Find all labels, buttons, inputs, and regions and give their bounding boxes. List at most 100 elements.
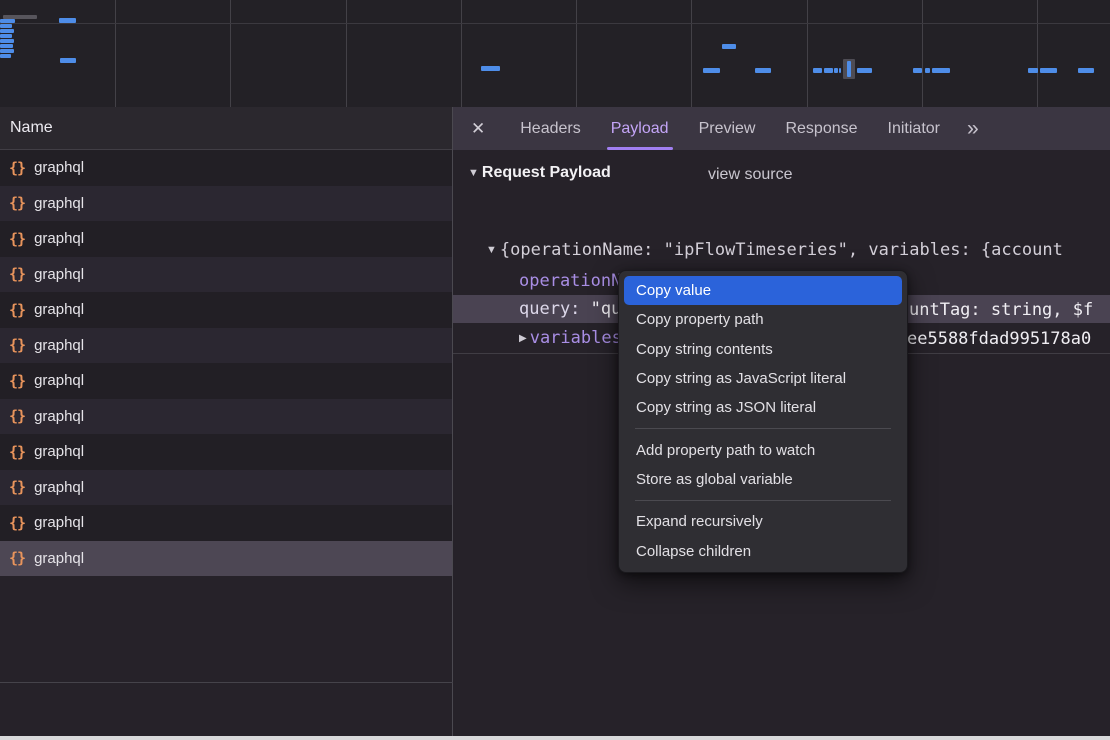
json-braces-icon: {} <box>9 478 25 496</box>
request-timing-bar <box>0 54 11 58</box>
request-timing-bar <box>839 68 841 73</box>
tab-payload[interactable]: Payload <box>596 107 684 150</box>
gridline <box>115 0 116 107</box>
request-timing-bar <box>1040 68 1057 73</box>
request-name-label: graphql <box>34 195 84 212</box>
menu-item-copy-property-path[interactable]: Copy property path <box>624 305 902 334</box>
request-row[interactable]: {} graphql <box>0 186 452 222</box>
request-payload-section-header[interactable]: ▼ Request Payload <box>468 164 611 182</box>
request-timing-bar <box>0 24 12 28</box>
request-name-label: graphql <box>34 514 84 531</box>
gridline <box>922 0 923 107</box>
network-overview[interactable] <box>0 0 1110 108</box>
context-menu: Copy valueCopy property pathCopy string … <box>618 270 908 573</box>
request-timing-bar <box>722 44 736 49</box>
request-name-label: graphql <box>34 443 84 460</box>
menu-item-copy-string-as-json-literal[interactable]: Copy string as JSON literal <box>624 393 902 422</box>
request-timing-bar <box>0 39 14 43</box>
request-row[interactable]: {} graphql <box>0 257 452 293</box>
request-timing-bar <box>813 68 822 73</box>
gridline <box>691 0 692 107</box>
tabs-container: HeadersPayloadPreviewResponseInitiator <box>505 107 955 150</box>
request-row[interactable]: {} graphql <box>0 470 452 506</box>
request-row[interactable]: {}graphql <box>0 221 452 257</box>
request-row[interactable]: {} graphql <box>0 363 452 399</box>
json-braces-icon: {} <box>9 514 25 532</box>
request-name-label: graphql <box>34 479 84 496</box>
property-value-start: "qu <box>591 299 622 319</box>
request-timing-bar <box>703 68 720 73</box>
request-name-label: graphql <box>34 550 84 567</box>
name-column-header[interactable]: Name <box>0 107 452 150</box>
json-braces-icon: {} <box>9 265 25 283</box>
json-braces-icon: {} <box>9 443 25 461</box>
gridline <box>1037 0 1038 107</box>
menu-item-add-property-path-to-watch[interactable]: Add property path to watch <box>624 435 902 464</box>
request-timing-bar <box>847 61 851 77</box>
collapse-triangle-icon: ▼ <box>468 167 479 179</box>
json-braces-icon: {} <box>9 159 25 177</box>
request-timing-bar <box>0 34 12 38</box>
tab-preview[interactable]: Preview <box>684 107 771 150</box>
request-timing-bar <box>59 18 76 23</box>
tab-response[interactable]: Response <box>770 107 872 150</box>
menu-separator <box>635 500 891 501</box>
menu-item-store-as-global-variable[interactable]: Store as global variable <box>624 465 902 494</box>
request-name-label: graphql <box>34 230 84 247</box>
request-name-label: graphql <box>34 337 84 354</box>
page-bottom-edge <box>0 736 1110 740</box>
menu-item-collapse-children[interactable]: Collapse children <box>624 536 902 565</box>
tree-row-root[interactable]: ▼ {operationName: "ipFlowTimeseries", va… <box>453 236 1110 264</box>
menu-item-copy-value[interactable]: Copy value <box>624 276 902 305</box>
tab-initiator[interactable]: Initiator <box>873 107 955 150</box>
request-timing-bar <box>1078 68 1094 73</box>
gridline <box>346 0 347 107</box>
request-row[interactable]: {}graphql <box>0 328 452 364</box>
request-row[interactable]: {} graphql <box>0 292 452 328</box>
variables-value-fragment: ee5588fdad995178a0 <box>907 329 1091 349</box>
collapse-triangle-icon[interactable]: ▼ <box>486 244 497 256</box>
section-title: Request Payload <box>482 164 611 182</box>
request-name-label: graphql <box>34 266 84 283</box>
request-timing-bar <box>0 49 14 53</box>
request-row-selected[interactable]: {} graphql <box>0 541 452 577</box>
json-braces-icon: {} <box>9 372 25 390</box>
overview-lane-divider <box>0 23 1110 24</box>
gridline <box>230 0 231 107</box>
menu-item-expand-recursively[interactable]: Expand recursively <box>624 507 902 536</box>
request-timing-bar <box>0 19 15 23</box>
devtools-network-panel: Name {}graphql{}graphql{}graphql{}graphq… <box>0 0 1110 740</box>
request-timing-bar <box>60 58 76 63</box>
request-name-label: graphql <box>34 372 84 389</box>
tab-headers[interactable]: Headers <box>505 107 595 150</box>
menu-separator <box>635 428 891 429</box>
json-braces-icon: {} <box>9 194 25 212</box>
expand-triangle-icon[interactable]: ▶ <box>519 333 527 344</box>
request-row[interactable]: {} graphql <box>0 150 452 186</box>
request-row[interactable]: {} graphql <box>0 505 452 541</box>
request-timing-bar <box>755 68 771 73</box>
request-timing-bar <box>857 68 872 73</box>
request-row[interactable]: {}graphql <box>0 399 452 435</box>
json-braces-icon: {} <box>9 407 25 425</box>
request-timing-bar <box>824 68 833 73</box>
request-row[interactable]: {} graphql <box>0 434 452 470</box>
query-value-fragment: untTag: string, $f <box>909 300 1093 320</box>
gridline <box>807 0 808 107</box>
detail-tabbar: ✕ HeadersPayloadPreviewResponseInitiator… <box>453 107 1110 150</box>
more-tabs-icon[interactable]: » <box>955 118 991 139</box>
gridline <box>576 0 577 107</box>
json-braces-icon: {} <box>9 301 25 319</box>
json-braces-icon: {} <box>9 549 25 567</box>
menu-item-copy-string-as-javascript-literal[interactable]: Copy string as JavaScript literal <box>624 364 902 393</box>
request-timing-bar <box>932 68 950 73</box>
view-source-link[interactable]: view source <box>708 166 792 184</box>
request-name-label: graphql <box>34 159 84 176</box>
property-key: variables <box>530 328 622 348</box>
menu-item-copy-string-contents[interactable]: Copy string contents <box>624 335 902 364</box>
gridline <box>461 0 462 107</box>
close-icon[interactable]: ✕ <box>471 119 485 139</box>
request-timing-bar <box>834 68 838 73</box>
request-list: {} graphql {} graphql {} graphql {} graphql {} gr… <box>0 150 452 576</box>
request-name-label: graphql <box>34 301 84 318</box>
